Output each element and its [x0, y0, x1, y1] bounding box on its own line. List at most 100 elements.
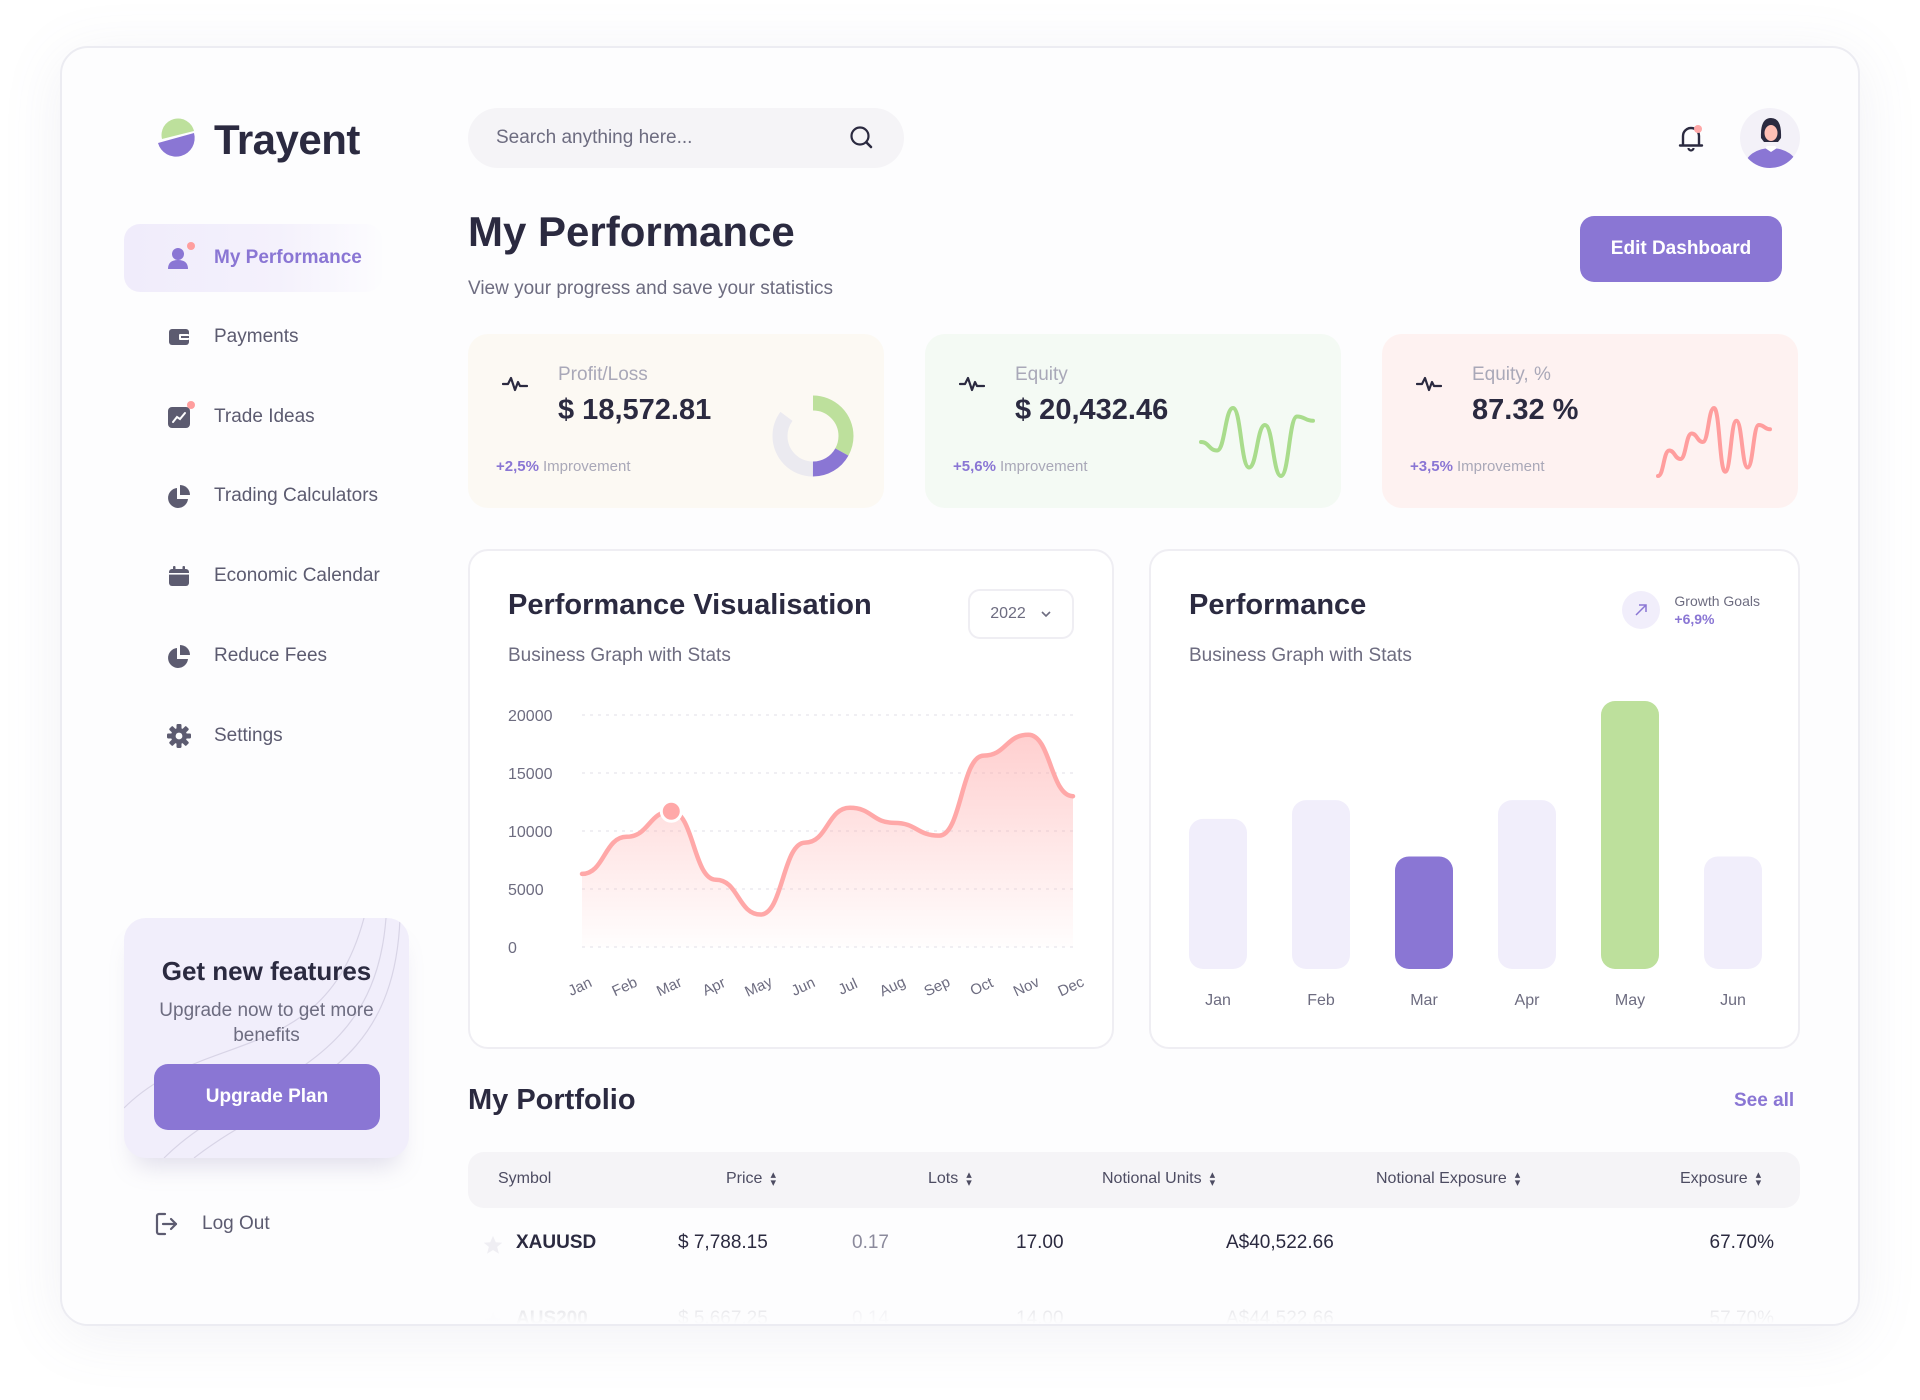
sidebar-item-settings[interactable]: Settings [124, 702, 382, 770]
logo[interactable]: Trayent [154, 116, 360, 164]
sparkline-path [1656, 405, 1772, 478]
stat-card-equity: Equity $ 20,432.46 +5,6% Improvement [925, 334, 1341, 508]
upgrade-plan-button[interactable]: Upgrade Plan [154, 1064, 380, 1130]
edit-dashboard-button[interactable]: Edit Dashboard [1580, 216, 1782, 282]
data-point[interactable] [659, 799, 683, 823]
x-tick-label: Sep [921, 974, 952, 1001]
wallet-icon [166, 324, 192, 350]
stat-value: $ 18,572.81 [558, 394, 712, 426]
sidebar-item-label: Trading Calculators [214, 485, 379, 506]
donut-chart [772, 395, 854, 477]
data-point[interactable] [578, 870, 586, 878]
data-point[interactable] [935, 832, 943, 840]
search-input[interactable] [496, 127, 848, 149]
stat-change-label: Improvement [1456, 458, 1545, 475]
star-icon[interactable] [482, 1234, 504, 1256]
bar-may[interactable] [1601, 701, 1659, 969]
sidebar-item-reduce-fees[interactable]: Reduce Fees [124, 622, 382, 690]
stat-change: +3,5% Improvement [1410, 458, 1545, 475]
data-point[interactable] [890, 819, 898, 827]
pulse-icon [502, 376, 528, 392]
x-tick-label: Jan [566, 974, 595, 1000]
x-tick-label: Jul [836, 975, 861, 999]
sidebar-item-label: Settings [214, 725, 283, 746]
column-header-notional-exposure[interactable]: Notional Exposure ▴ ▾ [1376, 1170, 1521, 1189]
sidebar-item-label: Economic Calendar [214, 565, 380, 586]
sidebar-item-payments[interactable]: Payments [124, 303, 382, 371]
data-point[interactable] [980, 752, 988, 760]
notification-dot [187, 401, 195, 409]
x-tick-label: Oct [968, 974, 997, 1000]
column-header-exposure[interactable]: Exposure ▴ ▾ [1680, 1170, 1762, 1189]
sidebar-item-trade-ideas[interactable]: Trade Ideas [124, 383, 382, 451]
y-tick-label: 20000 [508, 708, 553, 725]
column-header-label: Price [726, 1170, 763, 1187]
performance-bar-card: Performance Business Graph with Stats Gr… [1149, 549, 1800, 1049]
upgrade-card: Get new features Upgrade now to get more… [124, 918, 409, 1158]
sparkline [1199, 405, 1315, 479]
sidebar-item-label: Payments [214, 326, 299, 347]
chart-line-icon [166, 401, 195, 430]
column-header-price[interactable]: Price ▴ ▾ [726, 1170, 776, 1189]
cell-exposure: 67.70% [1709, 1232, 1774, 1253]
bar-jan[interactable] [1189, 818, 1247, 969]
sidebar-item-my-performance[interactable]: My Performance [124, 224, 382, 292]
search-icon[interactable] [848, 124, 876, 152]
sidebar-item-economic-calendar[interactable]: Economic Calendar [124, 542, 382, 610]
bar-apr[interactable] [1498, 800, 1556, 969]
column-header-symbol: Symbol [498, 1170, 551, 1188]
sidebar-item-label: Trade Ideas [214, 406, 315, 427]
notification-bell-icon[interactable] [1673, 120, 1709, 156]
notification-dot [187, 242, 195, 250]
y-tick-label: 5000 [508, 882, 544, 899]
portfolio-table-header: Symbol Price ▴ ▾ Lots ▴ ▾ Notional Units ▴ ▾ Notio… [468, 1152, 1800, 1208]
sort-icon[interactable]: ▴ ▾ [1515, 1170, 1521, 1189]
cell-units: 17.00 [1016, 1232, 1064, 1253]
cell-notional: A$40,522.66 [1226, 1232, 1334, 1253]
data-point[interactable] [1024, 731, 1032, 739]
sort-icon[interactable]: ▴ ▾ [966, 1170, 972, 1189]
bar-chart: Jan Feb Mar Apr May Jun [1189, 701, 1762, 1009]
logout-label: Log Out [202, 1213, 270, 1234]
sparkline [1656, 405, 1772, 478]
y-tick-label: 15000 [508, 766, 553, 783]
x-tick-label: Aug [877, 974, 908, 1001]
data-point[interactable] [712, 876, 720, 884]
data-point[interactable] [1069, 792, 1077, 800]
x-tick-label: Feb [1307, 992, 1335, 1009]
x-tick-label: May [1615, 992, 1645, 1009]
logout-button[interactable]: Log Out [154, 1211, 270, 1237]
bar-feb[interactable] [1292, 800, 1350, 969]
sort-icon[interactable]: ▴ ▾ [1210, 1170, 1216, 1189]
pie-chart-icon [166, 643, 192, 669]
x-tick-label: Mar [654, 974, 685, 1000]
table-row[interactable]: XAUUSD $ 7,788.15 0.17 17.00 A$40,522.66 67.7… [468, 1214, 1800, 1274]
bar-mar[interactable] [1395, 856, 1453, 969]
stat-change: +5,6% Improvement [953, 458, 1088, 475]
sidebar-item-label: My Performance [214, 247, 362, 268]
sort-icon[interactable]: ▴ ▾ [770, 1170, 776, 1189]
stat-value: 87.32 % [1472, 394, 1579, 426]
x-tick-label: Feb [609, 974, 640, 1000]
search-bar[interactable] [468, 108, 904, 168]
stat-card-equity: Equity, % 87.32 % +3,5% Improvement [1382, 334, 1798, 508]
portfolio-title: My Portfolio [468, 1084, 636, 1116]
column-header-lots[interactable]: Lots ▴ ▾ [928, 1170, 972, 1189]
sidebar-item-trading-calculators[interactable]: Trading Calculators [124, 462, 382, 530]
sort-icon[interactable]: ▴ ▾ [1756, 1170, 1762, 1189]
data-point[interactable] [846, 804, 854, 812]
app-name: Trayent [214, 116, 360, 163]
data-point[interactable] [623, 833, 631, 841]
logout-icon [155, 1212, 178, 1236]
data-point[interactable] [801, 839, 809, 847]
x-tick-label: Nov [1011, 973, 1043, 1000]
stat-label: Profit/Loss [558, 364, 648, 385]
column-header-notional-units[interactable]: Notional Units ▴ ▾ [1102, 1170, 1216, 1189]
area-chart: 0 5000 10000 15000 20000 Jan Feb Mar Apr May Jun Ju… [508, 708, 1087, 1001]
see-all-link[interactable]: See all [1734, 1090, 1794, 1112]
bar-jun[interactable] [1704, 856, 1762, 969]
data-point[interactable] [757, 911, 765, 919]
x-tick-label: Apr [700, 974, 728, 999]
user-avatar[interactable] [1740, 108, 1800, 168]
stat-value: $ 20,432.46 [1015, 394, 1169, 426]
